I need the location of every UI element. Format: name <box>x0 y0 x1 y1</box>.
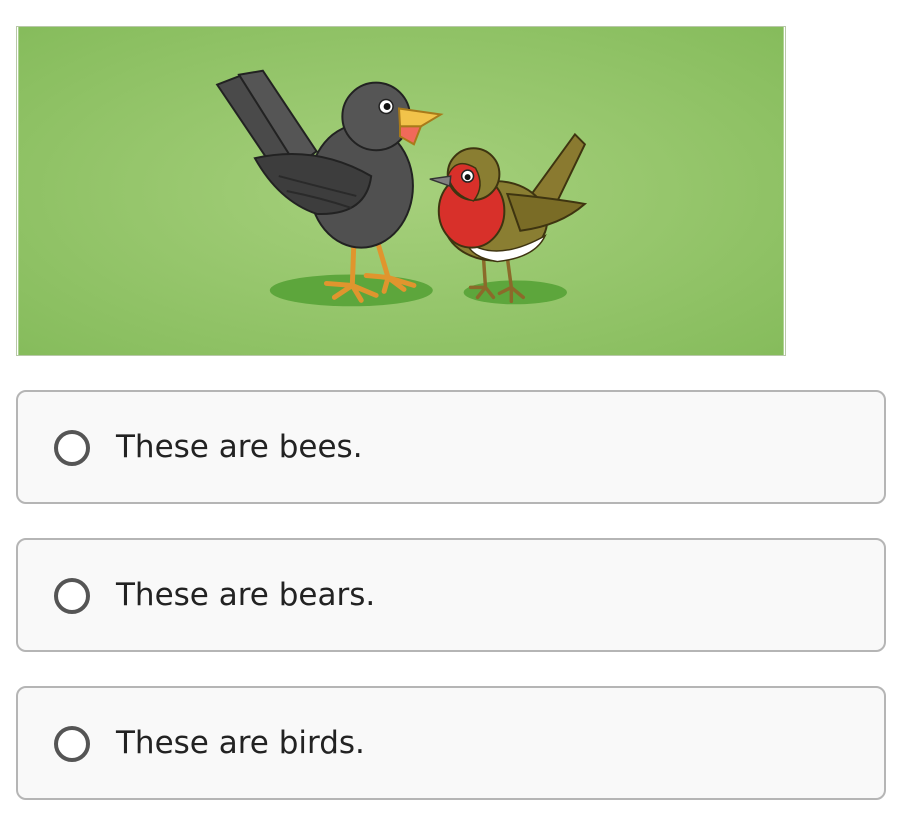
answer-choice-label: These are bears. <box>116 577 376 613</box>
answer-choice-label: These are bees. <box>116 429 363 465</box>
question-page: These are bees. These are bears. These a… <box>0 0 912 830</box>
answer-choice-birds[interactable]: These are birds. <box>16 686 886 800</box>
answer-choice-bees[interactable]: These are bees. <box>16 390 886 504</box>
answer-choice-label: These are birds. <box>116 725 365 761</box>
radio-button-icon[interactable] <box>54 726 90 762</box>
radio-button-icon[interactable] <box>54 578 90 614</box>
two-birds-icon <box>18 27 784 355</box>
birds-illustration <box>16 26 786 356</box>
answer-choice-bears[interactable]: These are bears. <box>16 538 886 652</box>
radio-button-icon[interactable] <box>54 430 90 466</box>
